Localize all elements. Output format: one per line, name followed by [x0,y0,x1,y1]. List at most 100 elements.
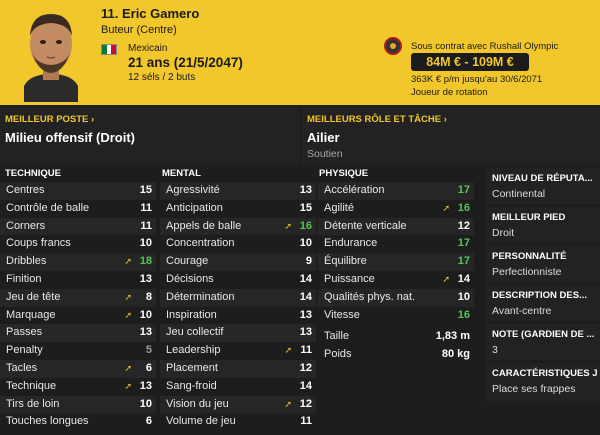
height-value: 1,83 m [435,330,470,342]
attribute-row[interactable]: Volume de jeu 11 [160,413,316,431]
contract-status[interactable]: Sous contrat avec Rushall Olympic [411,41,558,52]
attribute-row[interactable]: Placement 12 [160,359,316,378]
chevron-right-icon: › [443,114,447,125]
attribute-row[interactable]: Agilité ➚ 16 [318,200,474,218]
attribute-value: 12 [457,219,470,232]
attribute-row[interactable]: Agressivité 13 [160,182,316,200]
attribute-row[interactable]: Passes 13 [0,324,156,343]
attribute-row[interactable]: Penalty 5 [0,342,156,360]
attribute-value: 9 [305,255,312,268]
attribute-row[interactable]: Coups francs 10 [0,235,156,253]
best-role-label: MEILLEURS RÔLE ET TÂCHE › [307,114,447,125]
goalkeeper-rating-panel[interactable]: NOTE (GARDIEN DE ... 3 [486,324,600,360]
attribute-row[interactable]: Finition 13 [0,271,156,289]
attribute-name: Agressivité [166,184,220,196]
attribute-row[interactable]: Leadership ➚ 11 [160,342,316,360]
attribute-value: 10 [299,237,312,250]
attribute-row[interactable]: Appels de balle ➚ 16 [160,217,316,236]
attribute-row[interactable]: Dribbles ➚ 18 [0,253,156,271]
club-logo-icon[interactable] [384,37,402,55]
attribute-value: 12 [299,397,312,410]
attribute-value: 18 [139,255,152,268]
best-position-value: Milieu offensif (Droit) [5,130,135,145]
attribute-name: Détente verticale [324,219,407,232]
player-name[interactable]: 11. Eric Gamero [101,6,199,21]
attribute-name: Agilité [324,201,354,214]
attribute-value: 6 [145,361,152,374]
attribute-value: 17 [457,237,470,250]
attribute-value: 12 [299,361,312,374]
attribute-row[interactable]: Touches longues 6 [0,413,156,431]
attribute-row[interactable]: Décisions 14 [160,271,316,289]
attribute-row[interactable]: Jeu collectif 13 [160,324,316,343]
best-position-panel[interactable]: MEILLEUR POSTE › Milieu offensif (Droit) [0,107,300,165]
technique-header: TECHNIQUE [5,168,61,179]
attribute-name: Leadership [166,344,221,357]
best-role-panel[interactable]: MEILLEURS RÔLE ET TÂCHE › Ailier Soutien [302,107,600,165]
attribute-row[interactable]: Puissance ➚ 14 [318,271,474,289]
attribute-value: 14 [299,379,312,392]
attribute-name: Coups francs [6,237,71,250]
attribute-value: 15 [139,184,152,196]
attribute-name: Appels de balle [166,219,242,232]
trend-arrow-icon: ➚ [284,345,292,356]
attribute-row[interactable]: Endurance 17 [318,235,474,253]
mental-attributes: Agressivité 13 Anticipation 15 Appels de bal… [160,182,316,431]
attribute-name: Passes [6,326,43,339]
attribute-row[interactable]: Marquage ➚ 10 [0,307,156,325]
height-row: Taille 1,83 m [318,328,474,346]
attribute-row[interactable]: Contrôle de balle 11 [0,200,156,218]
attribute-value: 13 [139,326,152,339]
attribute-row[interactable]: Anticipation 15 [160,200,316,218]
mexico-flag-icon [101,44,117,55]
attribute-row[interactable]: Technique ➚ 13 [0,378,156,396]
physique-attributes: Accélération 17 Agilité ➚ 16 Détente vertical… [318,182,474,324]
attribute-value: 14 [299,272,312,285]
attribute-row[interactable]: Centres 15 [0,182,156,200]
transfer-value[interactable]: 84M € - 109M € [411,53,529,71]
attribute-name: Finition [6,272,42,285]
personality-panel[interactable]: PERSONNALITÉ Perfectionniste [486,246,600,282]
trend-arrow-icon: ➚ [284,398,292,409]
attribute-name: Concentration [166,237,235,250]
player-traits-panel[interactable]: CARACTÉRISTIQUES J Place ses frappes [486,363,600,403]
attribute-name: Sang-froid [166,379,217,392]
weight-row: Poids 80 kg [318,346,474,364]
attribute-name: Jeu collectif [166,326,224,339]
attribute-value: 16 [457,308,470,321]
mental-header: MENTAL [162,168,201,179]
attribute-name: Contrôle de balle [6,201,90,214]
attribute-row[interactable]: Concentration 10 [160,235,316,253]
attribute-name: Jeu de tête [6,290,61,303]
attribute-row[interactable]: Jeu de tête ➚ 8 [0,288,156,307]
preferred-foot-panel[interactable]: MEILLEUR PIED Droit [486,207,600,243]
player-age: 21 ans (21/5/2047) [128,55,243,70]
attribute-value: 11 [140,201,152,214]
attribute-row[interactable]: Tacles ➚ 6 [0,359,156,378]
attribute-row[interactable]: Inspiration 13 [160,307,316,325]
attribute-row[interactable]: Détente verticale 12 [318,217,474,236]
trend-arrow-icon: ➚ [124,380,132,391]
attribute-name: Placement [166,361,218,374]
attribute-row[interactable]: Tirs de loin 10 [0,395,156,414]
attribute-row[interactable]: Corners 11 [0,217,156,236]
attribute-row[interactable]: Vision du jeu ➚ 12 [160,395,316,414]
trend-arrow-icon: ➚ [124,291,132,302]
attribute-name: Vitesse [324,308,360,321]
attribute-row[interactable]: Détermination 14 [160,288,316,307]
attribute-value: 8 [145,290,152,303]
attribute-row[interactable]: Courage 9 [160,253,316,271]
best-role-value: Ailier [307,130,340,145]
media-description-panel[interactable]: DESCRIPTION DES... Avant-centre [486,285,600,321]
attribute-name: Marquage [6,308,56,321]
attribute-row[interactable]: Qualités phys. nat. 10 [318,288,474,307]
attribute-name: Accélération [324,184,385,196]
attribute-row[interactable]: Accélération 17 [318,182,474,200]
attribute-row[interactable]: Équilibre 17 [318,253,474,271]
attribute-row[interactable]: Vitesse 16 [318,307,474,325]
attribute-value: 13 [299,308,312,321]
best-role-duty: Soutien [307,148,343,160]
reputation-panel[interactable]: NIVEAU DE RÉPUTA... Continental [486,168,600,204]
attribute-row[interactable]: Sang-froid 14 [160,378,316,396]
attribute-name: Centres [6,184,45,196]
